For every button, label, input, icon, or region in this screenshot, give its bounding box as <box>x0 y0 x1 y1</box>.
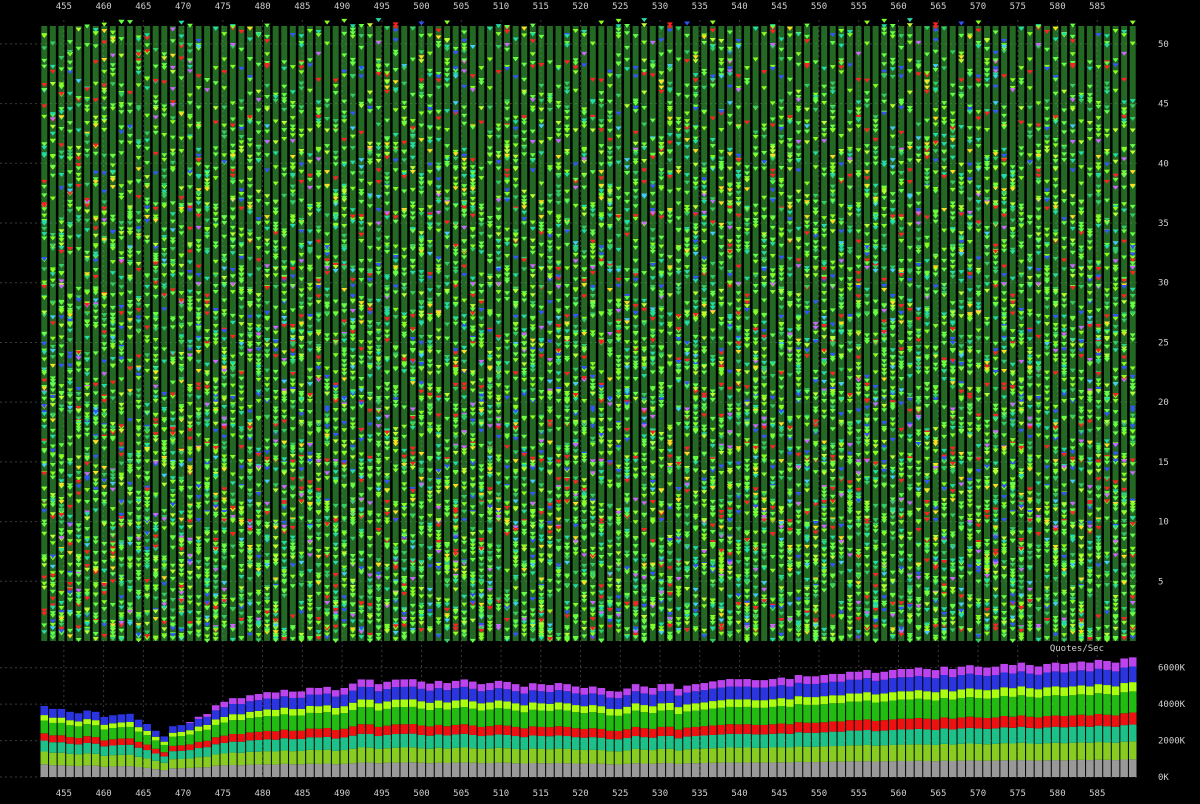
scatter-column <box>367 23 373 643</box>
scatter-column <box>307 26 313 641</box>
scatter-column <box>324 21 330 641</box>
scatter-column <box>461 26 467 641</box>
scatter-column <box>187 24 193 641</box>
scatter-column <box>444 21 450 643</box>
scatter-column <box>170 26 176 641</box>
scatter-column <box>110 26 116 641</box>
scatter-column-strip <box>444 26 450 641</box>
scatter-column <box>144 26 150 641</box>
scatter-column <box>341 19 347 641</box>
scatter-column-strip <box>84 26 90 641</box>
scatter-column <box>427 26 433 641</box>
scatter-column <box>247 26 253 641</box>
scatter-column <box>316 26 322 641</box>
chart-canvas: 4554554604604654654704704754754804804854… <box>0 0 1200 800</box>
scatter-column <box>376 18 382 641</box>
scatter-column <box>410 26 416 641</box>
scatter-column <box>281 26 287 641</box>
scatter-column-strip <box>161 26 167 641</box>
scatter-column <box>264 24 270 641</box>
scatter-column-strip <box>418 26 424 641</box>
scatter-column <box>273 26 279 642</box>
scatter-column <box>470 26 476 643</box>
scatter-column <box>67 26 73 641</box>
scatter-column-strip <box>453 26 459 641</box>
scatter-column <box>41 26 47 641</box>
scatter-column <box>178 21 184 641</box>
scatter-column <box>84 24 90 641</box>
scatter-column <box>298 26 304 643</box>
scatter-column <box>213 26 219 641</box>
scatter-column-strip <box>204 26 210 641</box>
scatter-column <box>401 26 407 641</box>
scatter-column <box>161 26 167 641</box>
scatter-column <box>136 26 142 642</box>
scatter-column <box>58 26 64 641</box>
scatter-column <box>350 24 356 641</box>
scatter-column <box>221 26 227 641</box>
scatter-column <box>101 23 107 641</box>
scatter-column <box>238 26 244 641</box>
scatter-column <box>76 26 82 642</box>
scatter-column <box>358 24 364 641</box>
scatter-column <box>333 26 339 643</box>
scatter-column <box>204 26 210 643</box>
scatter-column-strip <box>461 26 467 641</box>
scatter-column-strip <box>67 26 73 641</box>
scatter-column <box>127 20 133 641</box>
scatter-column <box>478 26 484 641</box>
scatter-column <box>418 21 424 641</box>
scatter-column-strip <box>127 26 133 641</box>
scatter-column <box>436 26 442 641</box>
scatter-column <box>384 26 390 641</box>
scatter-column-strip <box>358 26 364 641</box>
scatter-column <box>290 26 296 641</box>
scatter-column <box>196 26 202 641</box>
scatter-column <box>118 20 124 642</box>
scatter-column-strip <box>264 26 270 641</box>
scatter-column-strip <box>76 26 82 641</box>
scatter-column <box>153 26 159 641</box>
scatter-column <box>50 26 56 641</box>
scatter-column <box>256 26 262 642</box>
scatter-column <box>93 26 99 641</box>
scatter-column <box>230 24 236 642</box>
scatter-column <box>453 26 459 641</box>
scatter-column <box>393 22 399 641</box>
